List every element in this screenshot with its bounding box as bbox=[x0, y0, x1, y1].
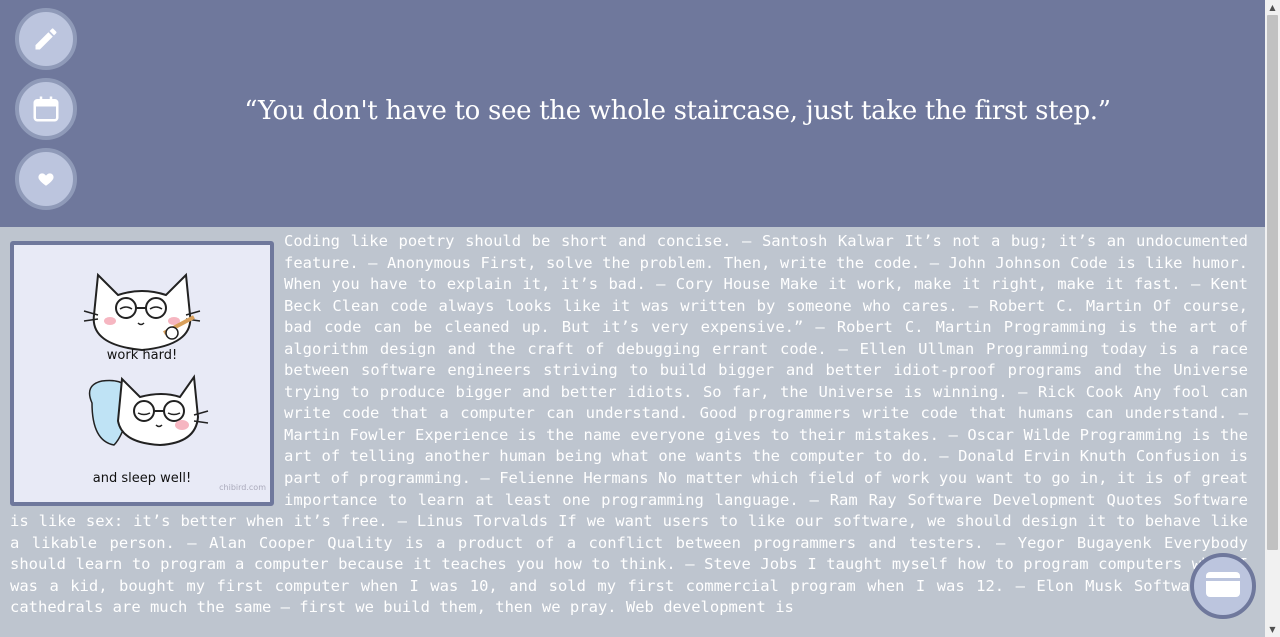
folder-button[interactable] bbox=[1190, 553, 1256, 619]
heart-icon bbox=[37, 170, 55, 188]
calendar-button[interactable] bbox=[15, 78, 77, 140]
scroll-down-arrow-icon[interactable]: ▼ bbox=[1265, 622, 1280, 637]
favorite-button[interactable] bbox=[15, 148, 77, 210]
sleepy-cat-illustration bbox=[83, 272, 209, 447]
sticker-credit: chibird.com bbox=[219, 483, 266, 493]
calendar-icon bbox=[31, 94, 61, 124]
quotes-content: work hard! and sleep well! chibird.com C… bbox=[10, 231, 1248, 637]
scroll-up-arrow-icon[interactable]: ▲ bbox=[1265, 0, 1280, 15]
scrollbar-thumb[interactable] bbox=[1267, 15, 1278, 550]
folder-icon bbox=[1204, 569, 1242, 603]
featured-quote: “You don't have to see the whole stairca… bbox=[244, 96, 1111, 126]
pencil-icon bbox=[32, 25, 60, 53]
quote-header: “You don't have to see the whole stairca… bbox=[0, 0, 1265, 227]
sticker-caption-top: work hard! bbox=[106, 348, 178, 363]
edit-button[interactable] bbox=[15, 8, 77, 70]
cat-sticker-image: work hard! and sleep well! chibird.com bbox=[10, 241, 274, 506]
